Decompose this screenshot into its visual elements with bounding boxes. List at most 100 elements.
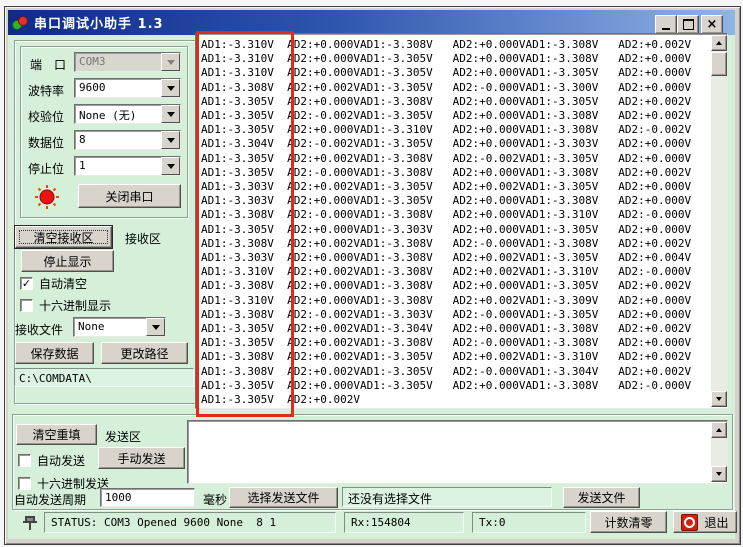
dropdown-arrow-icon xyxy=(166,112,175,121)
scroll-down-button[interactable] xyxy=(711,391,727,407)
maximize-icon xyxy=(682,19,694,30)
send-file-label: 发送文件 xyxy=(577,491,626,505)
clear-send-label: 清空重填 xyxy=(32,428,81,442)
hex-send-label: 十六进制发送 xyxy=(37,477,110,491)
chevron-down-icon[interactable] xyxy=(161,131,180,149)
close-port-button[interactable]: 关闭串口 xyxy=(78,184,181,208)
baud-value: 9600 xyxy=(79,81,106,94)
close-icon: × xyxy=(706,17,718,32)
baud-label: 波特率 xyxy=(28,84,65,98)
receive-file-label: 接收文件 xyxy=(15,323,64,337)
port-select[interactable]: COM3 xyxy=(74,52,181,72)
chevron-down-icon[interactable] xyxy=(161,53,180,71)
auto-send-checkbox[interactable] xyxy=(18,454,31,467)
close-port-label: 关闭串口 xyxy=(105,189,154,204)
stop-display-button[interactable]: 停止显示 xyxy=(21,250,114,272)
receive-area-label: 接收区 xyxy=(125,232,162,246)
rx-count-panel: Rx:154804 xyxy=(344,512,464,533)
databits-value: 8 xyxy=(79,133,86,146)
change-path-button[interactable]: 更改路径 xyxy=(101,342,188,364)
scroll-up-button[interactable] xyxy=(711,422,727,438)
send-textarea[interactable] xyxy=(187,420,728,484)
send-area-label: 发送区 xyxy=(105,430,142,444)
stopbits-label: 停止位 xyxy=(28,162,65,176)
receive-file-select[interactable]: None xyxy=(73,317,166,337)
title-bar[interactable]: 串口调试小助手 1.3 xyxy=(8,10,735,35)
manual-send-label: 手动发送 xyxy=(117,451,166,466)
exit-button[interactable]: 退出 xyxy=(673,511,737,533)
save-data-label: 保存数据 xyxy=(30,346,79,361)
receive-file-value: None xyxy=(78,320,105,333)
receive-data: AD1:-3.310V AD2:+0.000VAD1:-3.308V AD2:+… xyxy=(201,38,692,407)
exit-icon xyxy=(681,513,699,531)
chevron-down-icon[interactable] xyxy=(161,105,180,123)
parity-select[interactable]: None (无) xyxy=(74,104,181,124)
stopbits-select[interactable]: 1 xyxy=(74,156,181,176)
scroll-thumb[interactable] xyxy=(711,52,727,76)
arrow-up-icon xyxy=(716,38,722,45)
auto-clear-label: 自动清空 xyxy=(39,277,88,291)
port-label: 端 口 xyxy=(30,58,67,72)
stop-display-label: 停止显示 xyxy=(43,254,92,269)
screenshot-root: 串口调试小助手 1.3 × 端 口 COM3 波特率 9600 校验位 None… xyxy=(0,0,743,547)
databits-select[interactable]: 8 xyxy=(74,130,181,150)
scroll-down-button[interactable] xyxy=(711,466,727,482)
change-path-label: 更改路径 xyxy=(120,346,169,361)
arrow-up-icon xyxy=(716,425,722,432)
auto-send-label: 自动发送 xyxy=(37,454,86,468)
send-file-status-field: 还没有选择文件 xyxy=(342,487,552,507)
manual-send-button[interactable]: 手动发送 xyxy=(98,447,185,469)
dropdown-arrow-icon xyxy=(166,60,175,69)
save-path-field[interactable]: C:\COMDATA\ xyxy=(14,368,194,387)
rx-count: Rx:154804 xyxy=(351,516,411,529)
arrow-down-icon xyxy=(716,472,722,479)
auto-clear-row: ✓ 自动清空 xyxy=(20,275,87,292)
hex-display-row: 十六进制显示 xyxy=(20,297,111,314)
app-icon xyxy=(12,15,28,30)
exit-label: 退出 xyxy=(704,515,729,530)
minimize-button[interactable] xyxy=(655,15,677,34)
chevron-down-icon[interactable] xyxy=(161,157,180,175)
dropdown-arrow-icon xyxy=(151,325,160,334)
tx-count-panel: Tx:0 xyxy=(472,512,586,533)
auto-clear-checkbox[interactable]: ✓ xyxy=(20,277,33,290)
clear-receive-label: 清空接收区 xyxy=(33,230,94,245)
status-panel: STATUS: COM3 Opened 9600 None 8 1 xyxy=(44,512,336,533)
ms-label: 毫秒 xyxy=(203,493,228,507)
window-title: 串口调试小助手 1.3 xyxy=(34,17,164,32)
dropdown-arrow-icon xyxy=(166,164,175,173)
send-file-button[interactable]: 发送文件 xyxy=(563,487,640,508)
clear-receive-button[interactable]: 清空接收区 xyxy=(15,226,112,248)
stopbits-value: 1 xyxy=(79,159,86,172)
maximize-button[interactable] xyxy=(677,15,699,34)
period-input[interactable] xyxy=(100,488,195,507)
port-value: COM3 xyxy=(79,55,106,68)
hex-send-checkbox[interactable] xyxy=(18,477,31,490)
send-scrollbar[interactable] xyxy=(711,422,727,482)
chevron-down-icon[interactable] xyxy=(161,79,180,97)
save-path-value: C:\COMDATA\ xyxy=(19,372,92,385)
save-data-button[interactable]: 保存数据 xyxy=(15,342,94,364)
close-button[interactable]: × xyxy=(701,15,723,34)
reset-counter-button[interactable]: 计数清零 xyxy=(590,511,667,533)
period-label: 自动发送周期 xyxy=(14,493,87,507)
scroll-up-button[interactable] xyxy=(711,35,727,51)
status-text: STATUS: COM3 Opened 9600 None 8 1 xyxy=(51,516,277,529)
databits-label: 数据位 xyxy=(28,136,65,150)
choose-send-file-label: 选择发送文件 xyxy=(247,491,320,505)
dropdown-arrow-icon xyxy=(166,138,175,147)
reset-counter-label: 计数清零 xyxy=(604,515,653,530)
hex-display-label: 十六进制显示 xyxy=(39,299,112,313)
tx-count: Tx:0 xyxy=(479,516,506,529)
clear-send-button[interactable]: 清空重填 xyxy=(16,424,97,445)
send-file-status: 还没有选择文件 xyxy=(348,492,433,506)
receive-scrollbar[interactable] xyxy=(711,35,727,407)
parity-value: None (无) xyxy=(79,109,137,122)
power-ring-icon xyxy=(684,516,696,528)
hex-display-checkbox[interactable] xyxy=(20,299,33,312)
baud-select[interactable]: 9600 xyxy=(74,78,181,98)
chevron-down-icon[interactable] xyxy=(146,318,165,336)
pin-icon xyxy=(23,516,37,530)
choose-send-file-button[interactable]: 选择发送文件 xyxy=(229,487,338,508)
minimize-icon xyxy=(662,27,670,30)
